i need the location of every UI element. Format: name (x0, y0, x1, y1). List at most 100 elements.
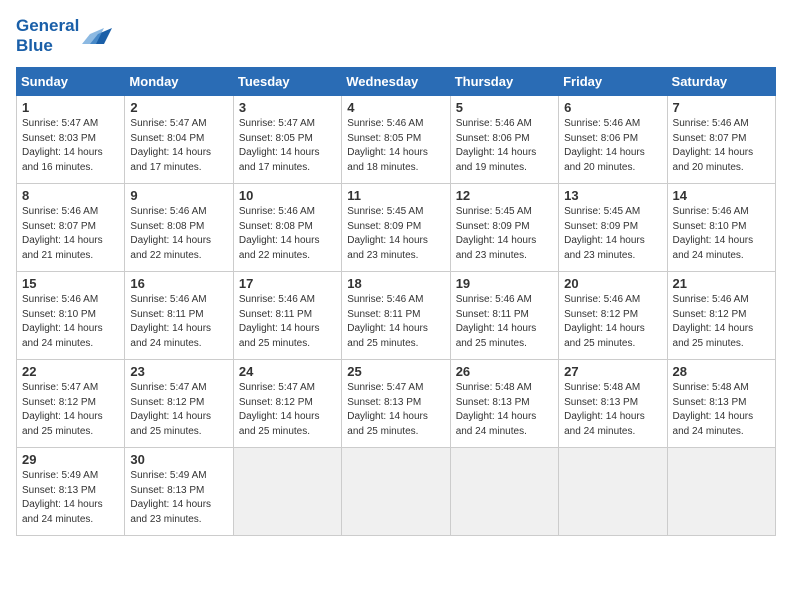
day-cell-26: 26 Sunrise: 5:48 AM Sunset: 8:13 PM Dayli… (450, 360, 558, 448)
day-number: 27 (564, 364, 661, 379)
col-header-monday: Monday (125, 68, 233, 96)
day-cell-3: 3 Sunrise: 5:47 AM Sunset: 8:05 PM Daylig… (233, 96, 341, 184)
day-number: 14 (673, 188, 770, 203)
day-number: 15 (22, 276, 119, 291)
calendar-table: SundayMondayTuesdayWednesdayThursdayFrid… (16, 67, 776, 536)
day-number: 29 (22, 452, 119, 467)
logo-text-blue: Blue (16, 36, 79, 56)
day-info: Sunrise: 5:46 AM Sunset: 8:06 PM Dayligh… (564, 117, 661, 175)
day-info: Sunrise: 5:48 AM Sunset: 8:13 PM Dayligh… (564, 381, 661, 439)
day-cell-20: 20 Sunrise: 5:46 AM Sunset: 8:12 PM Dayli… (559, 272, 667, 360)
day-cell-8: 8 Sunrise: 5:46 AM Sunset: 8:07 PM Daylig… (17, 184, 125, 272)
day-number: 22 (22, 364, 119, 379)
col-header-thursday: Thursday (450, 68, 558, 96)
day-cell-15: 15 Sunrise: 5:46 AM Sunset: 8:10 PM Dayli… (17, 272, 125, 360)
day-number: 3 (239, 100, 336, 115)
day-cell-18: 18 Sunrise: 5:46 AM Sunset: 8:11 PM Dayli… (342, 272, 450, 360)
day-cell-9: 9 Sunrise: 5:46 AM Sunset: 8:08 PM Daylig… (125, 184, 233, 272)
day-number: 19 (456, 276, 553, 291)
logo-text-general: General (16, 16, 79, 35)
day-cell-19: 19 Sunrise: 5:46 AM Sunset: 8:11 PM Dayli… (450, 272, 558, 360)
day-number: 30 (130, 452, 227, 467)
day-info: Sunrise: 5:46 AM Sunset: 8:12 PM Dayligh… (564, 293, 661, 351)
day-cell-27: 27 Sunrise: 5:48 AM Sunset: 8:13 PM Dayli… (559, 360, 667, 448)
calendar-row-4: 22 Sunrise: 5:47 AM Sunset: 8:12 PM Dayli… (17, 360, 776, 448)
day-number: 1 (22, 100, 119, 115)
day-cell-22: 22 Sunrise: 5:47 AM Sunset: 8:12 PM Dayli… (17, 360, 125, 448)
calendar-row-5: 29 Sunrise: 5:49 AM Sunset: 8:13 PM Dayli… (17, 448, 776, 536)
day-info: Sunrise: 5:45 AM Sunset: 8:09 PM Dayligh… (564, 205, 661, 263)
day-info: Sunrise: 5:46 AM Sunset: 8:08 PM Dayligh… (130, 205, 227, 263)
day-number: 23 (130, 364, 227, 379)
day-number: 4 (347, 100, 444, 115)
day-info: Sunrise: 5:45 AM Sunset: 8:09 PM Dayligh… (456, 205, 553, 263)
empty-cell (342, 448, 450, 536)
col-header-sunday: Sunday (17, 68, 125, 96)
col-header-saturday: Saturday (667, 68, 775, 96)
day-info: Sunrise: 5:47 AM Sunset: 8:12 PM Dayligh… (22, 381, 119, 439)
day-cell-1: 1 Sunrise: 5:47 AM Sunset: 8:03 PM Daylig… (17, 96, 125, 184)
day-info: Sunrise: 5:47 AM Sunset: 8:12 PM Dayligh… (239, 381, 336, 439)
day-number: 11 (347, 188, 444, 203)
day-info: Sunrise: 5:47 AM Sunset: 8:05 PM Dayligh… (239, 117, 336, 175)
day-info: Sunrise: 5:46 AM Sunset: 8:05 PM Dayligh… (347, 117, 444, 175)
day-number: 20 (564, 276, 661, 291)
day-number: 9 (130, 188, 227, 203)
day-cell-28: 28 Sunrise: 5:48 AM Sunset: 8:13 PM Dayli… (667, 360, 775, 448)
empty-cell (559, 448, 667, 536)
day-number: 16 (130, 276, 227, 291)
day-cell-30: 30 Sunrise: 5:49 AM Sunset: 8:13 PM Dayli… (125, 448, 233, 536)
day-info: Sunrise: 5:46 AM Sunset: 8:11 PM Dayligh… (239, 293, 336, 351)
day-info: Sunrise: 5:47 AM Sunset: 8:12 PM Dayligh… (130, 381, 227, 439)
day-cell-23: 23 Sunrise: 5:47 AM Sunset: 8:12 PM Dayli… (125, 360, 233, 448)
day-info: Sunrise: 5:48 AM Sunset: 8:13 PM Dayligh… (456, 381, 553, 439)
day-info: Sunrise: 5:46 AM Sunset: 8:07 PM Dayligh… (673, 117, 770, 175)
day-info: Sunrise: 5:47 AM Sunset: 8:04 PM Dayligh… (130, 117, 227, 175)
day-cell-25: 25 Sunrise: 5:47 AM Sunset: 8:13 PM Dayli… (342, 360, 450, 448)
day-info: Sunrise: 5:48 AM Sunset: 8:13 PM Dayligh… (673, 381, 770, 439)
logo-icon (82, 20, 112, 48)
day-number: 13 (564, 188, 661, 203)
day-info: Sunrise: 5:46 AM Sunset: 8:11 PM Dayligh… (130, 293, 227, 351)
day-info: Sunrise: 5:46 AM Sunset: 8:06 PM Dayligh… (456, 117, 553, 175)
day-number: 8 (22, 188, 119, 203)
day-number: 12 (456, 188, 553, 203)
empty-cell (667, 448, 775, 536)
day-info: Sunrise: 5:46 AM Sunset: 8:11 PM Dayligh… (456, 293, 553, 351)
day-number: 10 (239, 188, 336, 203)
day-info: Sunrise: 5:46 AM Sunset: 8:11 PM Dayligh… (347, 293, 444, 351)
day-info: Sunrise: 5:47 AM Sunset: 8:13 PM Dayligh… (347, 381, 444, 439)
day-number: 21 (673, 276, 770, 291)
day-number: 2 (130, 100, 227, 115)
day-cell-7: 7 Sunrise: 5:46 AM Sunset: 8:07 PM Daylig… (667, 96, 775, 184)
day-cell-5: 5 Sunrise: 5:46 AM Sunset: 8:06 PM Daylig… (450, 96, 558, 184)
day-cell-2: 2 Sunrise: 5:47 AM Sunset: 8:04 PM Daylig… (125, 96, 233, 184)
day-info: Sunrise: 5:47 AM Sunset: 8:03 PM Dayligh… (22, 117, 119, 175)
day-info: Sunrise: 5:46 AM Sunset: 8:12 PM Dayligh… (673, 293, 770, 351)
day-number: 7 (673, 100, 770, 115)
col-header-wednesday: Wednesday (342, 68, 450, 96)
day-number: 18 (347, 276, 444, 291)
day-number: 28 (673, 364, 770, 379)
day-number: 5 (456, 100, 553, 115)
day-cell-24: 24 Sunrise: 5:47 AM Sunset: 8:12 PM Dayli… (233, 360, 341, 448)
page-header: General Blue (16, 16, 776, 55)
logo: General Blue (16, 16, 112, 55)
day-cell-13: 13 Sunrise: 5:45 AM Sunset: 8:09 PM Dayli… (559, 184, 667, 272)
day-cell-17: 17 Sunrise: 5:46 AM Sunset: 8:11 PM Dayli… (233, 272, 341, 360)
day-number: 25 (347, 364, 444, 379)
day-cell-4: 4 Sunrise: 5:46 AM Sunset: 8:05 PM Daylig… (342, 96, 450, 184)
day-cell-12: 12 Sunrise: 5:45 AM Sunset: 8:09 PM Dayli… (450, 184, 558, 272)
calendar-header-row: SundayMondayTuesdayWednesdayThursdayFrid… (17, 68, 776, 96)
day-info: Sunrise: 5:49 AM Sunset: 8:13 PM Dayligh… (130, 469, 227, 527)
day-cell-21: 21 Sunrise: 5:46 AM Sunset: 8:12 PM Dayli… (667, 272, 775, 360)
day-info: Sunrise: 5:46 AM Sunset: 8:10 PM Dayligh… (22, 293, 119, 351)
calendar-row-2: 8 Sunrise: 5:46 AM Sunset: 8:07 PM Daylig… (17, 184, 776, 272)
calendar-row-3: 15 Sunrise: 5:46 AM Sunset: 8:10 PM Dayli… (17, 272, 776, 360)
day-info: Sunrise: 5:46 AM Sunset: 8:07 PM Dayligh… (22, 205, 119, 263)
day-number: 24 (239, 364, 336, 379)
day-number: 26 (456, 364, 553, 379)
day-number: 17 (239, 276, 336, 291)
col-header-tuesday: Tuesday (233, 68, 341, 96)
day-number: 6 (564, 100, 661, 115)
